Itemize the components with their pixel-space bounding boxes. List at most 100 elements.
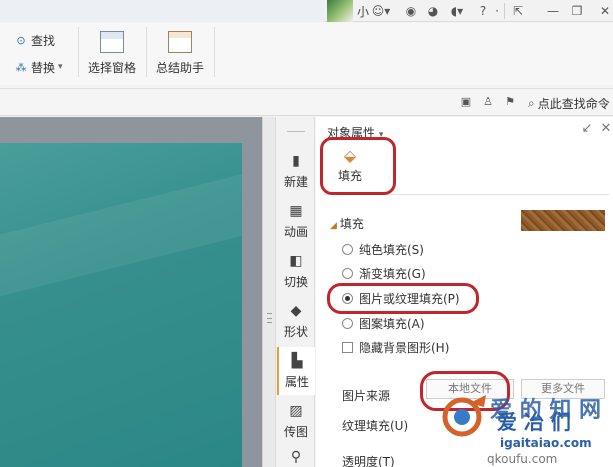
rail-item-new[interactable]: ▮ 新建	[277, 147, 315, 195]
summary-assistant-button[interactable]: 总结助手	[153, 31, 207, 76]
pane-splitter[interactable]	[262, 117, 276, 467]
solid-fill-radio[interactable]	[342, 243, 353, 255]
slide-decoration	[0, 162, 242, 304]
slide-canvas-area	[0, 117, 262, 467]
search-icon: ⌕	[528, 95, 535, 110]
summary-assistant-icon	[168, 31, 192, 53]
close-pane-icon[interactable]: ✕	[599, 122, 613, 136]
close-window-icon[interactable]: ✕	[598, 3, 612, 19]
rail-item-label: 属性	[284, 375, 309, 389]
tab-strip	[0, 0, 325, 22]
ribbon: ⊙ 查找 ⁂ 替换 ▾ 选择窗格 总结助手	[0, 23, 613, 85]
properties-icon: ▙	[291, 353, 303, 369]
chevron-down-icon: ▾	[378, 130, 384, 140]
pattern-fill-option[interactable]: 图案填充(A)	[342, 315, 425, 331]
rail-item-label: 传图	[283, 425, 308, 439]
texture-preview[interactable]	[521, 210, 605, 231]
side-tab-rail: ▮ 新建 ▦ 动画 ◧ 切换 ◆ 形状 ▙ 属性 ▨ 传图 ⚲	[277, 117, 315, 467]
hide-background-checkbox[interactable]	[342, 341, 353, 353]
slide[interactable]	[0, 143, 242, 467]
divider	[324, 194, 609, 195]
separator	[146, 27, 147, 77]
select-pane-icon	[100, 31, 124, 53]
rail-item-transition[interactable]: ◧ 切换	[277, 247, 315, 295]
quick-toolbar: ▣ ♙ ⚑ ⌕ 点此查找命令	[0, 88, 613, 116]
transparency-label: 透明度(T)	[342, 455, 395, 467]
chevron-down-icon: ▾	[58, 62, 63, 72]
fullscreen-icon[interactable]: ⇱	[510, 3, 526, 19]
help-icon[interactable]: ?	[474, 3, 492, 19]
rail-item-label: 动画	[283, 225, 308, 239]
animation-icon: ▦	[289, 203, 303, 219]
rail-item-shape[interactable]: ◆ 形状	[277, 297, 315, 345]
tab-fill[interactable]: ⬙ 填充	[330, 143, 370, 191]
collapse-triangle-icon: ◢	[330, 221, 337, 231]
minimize-icon[interactable]: —	[546, 3, 560, 19]
restore-icon[interactable]: ❐	[570, 3, 584, 19]
replace-icon: ⁂	[15, 60, 27, 74]
picture-source-label: 图片来源	[342, 389, 391, 403]
shape-icon: ◆	[290, 303, 302, 319]
select-pane-label: 选择窗格	[87, 61, 136, 75]
rail-handle	[287, 131, 305, 132]
separator	[504, 3, 505, 19]
paint-bucket-icon: ⬙	[343, 146, 357, 165]
present-icon[interactable]: ▣	[459, 95, 473, 109]
splitter-grip[interactable]	[267, 313, 272, 323]
gradient-fill-option[interactable]: 渐变填充(G)	[342, 265, 426, 281]
help-dropdown-icon[interactable]: ·	[492, 3, 502, 19]
hide-background-label: 隐藏背景图形(H)	[359, 340, 450, 355]
picture-fill-radio[interactable]	[342, 292, 353, 304]
rail-item-upload-image[interactable]: ▨ 传图	[277, 397, 315, 445]
share-icon[interactable]: ◖▾	[448, 3, 466, 19]
picture-fill-option[interactable]: 图片或纹理填充(P)	[342, 290, 460, 306]
texture-fill-label: 纹理填充(U)	[342, 419, 409, 433]
flag-icon[interactable]: ⚑	[503, 95, 517, 109]
pattern-fill-label: 图案填充(A)	[359, 316, 425, 331]
watermark-url: igaitaiao.com	[500, 436, 592, 450]
fill-tab-label: 填充	[337, 169, 362, 183]
pattern-fill-radio[interactable]	[342, 317, 353, 329]
user-name[interactable]: 小	[357, 3, 369, 20]
rail-item-properties[interactable]: ▙ 属性	[277, 347, 315, 395]
gradient-fill-radio[interactable]	[342, 267, 353, 279]
separator	[78, 27, 79, 77]
format-painter-icon[interactable]: ♙	[481, 95, 495, 109]
separator	[214, 27, 215, 77]
rail-item-label: 切换	[283, 275, 308, 289]
pane-title: 对象属性	[327, 126, 376, 140]
sync-icon[interactable]: ◉	[404, 3, 418, 19]
new-slide-icon: ▮	[292, 153, 300, 169]
hide-background-option[interactable]: 隐藏背景图形(H)	[342, 339, 449, 355]
watermark-url-2: qkoufu.com	[487, 452, 558, 466]
location-icon: ⚲	[290, 449, 302, 465]
gradient-fill-label: 渐变填充(G)	[359, 266, 426, 281]
pane-title-dropdown[interactable]: 对象属性 ▾	[327, 124, 383, 141]
command-search[interactable]: ⌕ 点此查找命令	[528, 93, 613, 113]
rail-item-label: 新建	[283, 175, 308, 189]
find-icon: ⊙	[16, 33, 26, 47]
solid-fill-option[interactable]: 纯色填充(S)	[342, 241, 424, 257]
watermark-line2: 爱 冶 们	[497, 410, 571, 434]
avatar[interactable]	[327, 0, 353, 22]
rail-item-animation[interactable]: ▦ 动画	[277, 197, 315, 245]
transition-icon: ◧	[289, 253, 303, 269]
fill-section-header[interactable]: ◢ 填充	[330, 215, 364, 232]
picture-fill-label: 图片或纹理填充(P)	[359, 291, 460, 306]
user-menu-icon[interactable]: ☺▾	[371, 3, 391, 19]
upload-image-icon: ▨	[289, 403, 303, 419]
find-label: 查找	[31, 33, 56, 48]
rail-item-label: 形状	[283, 325, 308, 339]
summary-assistant-label: 总结助手	[155, 61, 204, 75]
replace-label: 替换	[31, 60, 56, 75]
select-pane-button[interactable]: 选择窗格	[86, 31, 138, 76]
replace-button[interactable]: ⁂ 替换 ▾	[14, 58, 63, 76]
skin-icon[interactable]: ◕	[426, 3, 440, 19]
title-bar: 小 ☺▾ ◉ ◕ ◖▾ ? · ⇱ — ❐ ✕	[0, 0, 613, 22]
collapse-pane-icon[interactable]: ↙	[580, 122, 594, 136]
rail-item-more[interactable]: ⚲	[277, 443, 315, 467]
command-search-label: 点此查找命令	[537, 96, 610, 111]
fill-section-title: 填充	[339, 217, 364, 231]
find-button[interactable]: ⊙ 查找	[14, 31, 55, 49]
solid-fill-label: 纯色填充(S)	[359, 242, 424, 257]
